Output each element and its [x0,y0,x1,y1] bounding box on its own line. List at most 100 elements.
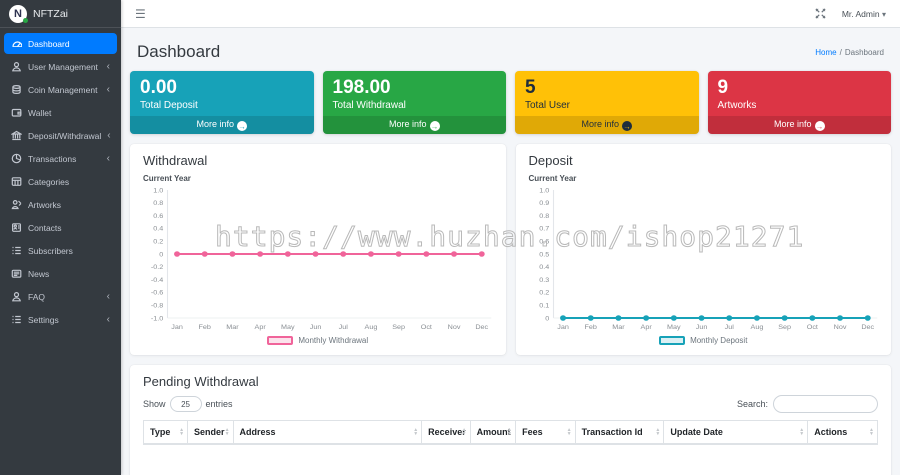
more-info-link[interactable]: More info → [130,116,314,135]
column-header-update-date[interactable]: Update Date ▲ ▼ [663,420,809,446]
svg-text:Oct: Oct [806,324,817,331]
chart-panel-deposit: Deposit Current Year 1.0 0.9 0.8 0.7 0.6 0.5 0.4… [515,144,891,356]
arrow-circle-right-icon: → [237,121,248,132]
svg-text:0.8: 0.8 [153,200,163,207]
column-header-actions[interactable]: Actions ▲ ▼ [807,420,878,446]
svg-text:0: 0 [159,252,163,259]
user-menu[interactable]: Mr. Admin ▾ [842,9,886,19]
chart-panel-withdrawal: Withdrawal Current Year 1.0 0.8 0.6 0.4 0.2 0 -0… [130,144,506,356]
column-header-amount[interactable]: Amount ▲ ▼ [469,420,517,446]
sidebar-item-artworks[interactable]: Artworks [4,194,117,215]
more-info-label: More info [196,118,235,129]
column-header-label: Fees [522,427,543,438]
sidebar-item-subscribers[interactable]: Subscribers [4,240,117,261]
stat-card-body: 9 Artworks [708,71,892,116]
breadcrumb-separator: / [839,47,842,57]
sidebar-item-label: Coin Management [28,84,98,95]
chart-plot-area: 1.0 0.9 0.8 0.7 0.6 0.5 0.4 0.3 0.2 0.1 0 Jan Feb Mar… [539,188,877,331]
svg-text:Jul: Jul [724,324,734,331]
arrow-circle-right-icon: → [429,121,440,132]
chevron-left-icon: ‹ [106,290,110,302]
svg-text:Jul: Jul [339,324,349,331]
column-header-fees[interactable]: Fees ▲ ▼ [515,420,576,446]
sidebar-item-transactions[interactable]: Transactions ‹ [4,148,117,169]
list-icon [11,314,22,325]
arrow-circle-right-icon: → [622,121,633,132]
svg-text:May: May [667,324,681,331]
svg-text:-0.4: -0.4 [151,277,164,284]
column-header-receiver[interactable]: Receiver ▲ ▼ [421,420,471,446]
column-header-label: Type [150,427,171,438]
sidebar-item-label: Dashboard [28,38,70,49]
svg-text:Jun: Jun [310,324,322,331]
sort-arrows-icon: ▲ ▼ [461,427,467,438]
user-icon [11,291,22,302]
bank-icon [11,130,22,141]
svg-text:Feb: Feb [584,324,597,331]
column-header-address[interactable]: Address ▲ ▼ [232,420,423,446]
column-header-label: Receiver [428,427,466,438]
user-menu-label: Mr. Admin [841,8,880,19]
svg-text:0.1: 0.1 [539,303,549,310]
sidebar-item-wallet[interactable]: Wallet [4,102,117,123]
column-header-sender[interactable]: Sender ▲ ▼ [187,420,234,446]
column-header-label: Update Date [670,427,723,438]
page-size-select[interactable]: 25 [169,396,202,413]
svg-text:Dec: Dec [861,324,874,331]
stat-label: Total User [525,99,571,111]
topbar: ☰ Mr. Admin ▾ [121,0,900,28]
sidebar-item-user-management[interactable]: User Management ‹ [4,56,117,77]
svg-text:Jun: Jun [695,324,707,331]
column-header-type[interactable]: Type ▲ ▼ [142,420,189,446]
sidebar-item-settings[interactable]: Settings ‹ [4,309,117,330]
svg-text:Dec: Dec [475,324,488,331]
pie-chart-icon [11,153,22,164]
stat-card-total-withdrawal: 198.00 Total Withdrawal More info → [322,71,506,135]
show-label: Show [143,399,166,410]
sidebar-item-label: Deposit/Withdrawal [28,130,102,141]
sidebar-item-categories[interactable]: Categories [4,171,117,192]
entries-control: Show 25 entries [143,396,233,413]
chart-title: Withdrawal [143,153,208,169]
sort-arrows-icon: ▲ ▼ [655,427,661,438]
breadcrumb-home-link[interactable]: Home [815,48,836,57]
more-info-link[interactable]: More info → [707,116,891,135]
hamburger-menu-icon[interactable]: ☰ [135,7,146,21]
fullscreen-toggle-icon[interactable] [815,8,826,19]
column-header-label: Address [239,427,276,438]
svg-text:0.4: 0.4 [153,226,163,233]
brand[interactable]: N NFTZai [0,0,121,28]
chart-plot-area: 1.0 0.8 0.6 0.4 0.2 0 -0.2 -0.4 -0.6 -0.8 -1.0 Jan F… [151,188,492,331]
newspaper-icon [11,268,22,279]
sidebar-item-dashboard[interactable]: Dashboard [4,33,117,54]
sidebar-item-coin-management[interactable]: Coin Management ‹ [4,79,117,100]
search-input[interactable] [773,395,878,414]
chart-legend[interactable]: Monthly Deposit [526,334,882,348]
pending-withdrawal-title: Pending Withdrawal [143,374,259,390]
svg-text:-1.0: -1.0 [151,316,164,323]
svg-text:Nov: Nov [448,324,461,331]
legend-swatch-icon [267,336,294,346]
svg-text:Aug: Aug [750,324,763,331]
column-header-transaction-id[interactable]: Transaction Id ▲ ▼ [574,420,665,446]
sidebar-item-deposit-withdrawal[interactable]: Deposit/Withdrawal ‹ [4,125,117,146]
svg-text:1.0: 1.0 [539,188,549,195]
sidebar-item-news[interactable]: News [4,263,117,284]
sidebar-item-contacts[interactable]: Contacts [4,217,117,238]
svg-text:Nov: Nov [833,324,846,331]
stat-cards-row: 0.00 Total Deposit More info → 198.00 Total W… [128,71,893,135]
svg-text:Jan: Jan [557,324,569,331]
chart-legend[interactable]: Monthly Withdrawal [140,334,496,348]
svg-text:0.2: 0.2 [153,239,163,246]
stat-value: 5 [525,77,536,98]
chart-subtitle: Current Year [143,174,191,184]
sidebar-item-faq[interactable]: FAQ ‹ [4,286,117,307]
svg-text:0.5: 0.5 [539,252,549,259]
chart-body: Current Year 1.0 0.8 0.6 0.4 0.2 0 -0.2 -0.4 -0.6… [130,174,506,355]
stat-value: 198.00 [332,77,391,98]
more-info-link[interactable]: More info → [322,116,506,135]
sidebar-nav: Dashboard User Management ‹ Coin Management… [0,28,121,337]
more-info-link[interactable]: More info → [515,116,699,135]
chevron-left-icon: ‹ [107,129,111,141]
sidebar-item-label: Artworks [28,199,62,210]
